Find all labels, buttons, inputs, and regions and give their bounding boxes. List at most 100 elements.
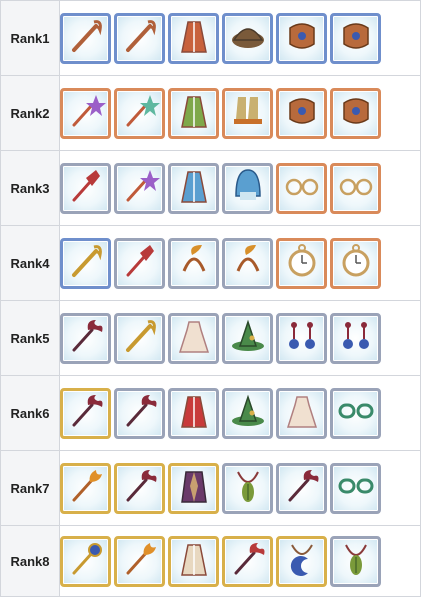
dark-staff-icon xyxy=(120,466,160,511)
horn-headband-icon xyxy=(228,241,268,286)
rank-row: Rank4 xyxy=(0,225,421,301)
earrings-icon xyxy=(336,316,376,361)
rank-label: Rank6 xyxy=(0,375,60,451)
equipment-slot[interactable] xyxy=(222,312,273,364)
rank-row: Rank6 xyxy=(0,375,421,451)
equipment-slot[interactable] xyxy=(168,237,219,289)
rank-items xyxy=(60,12,420,64)
equipment-slot[interactable] xyxy=(168,462,219,514)
witch-hat-icon xyxy=(228,391,268,436)
equipment-slot[interactable] xyxy=(168,312,219,364)
scepter-icon xyxy=(120,241,160,286)
rank-label: Rank5 xyxy=(0,300,60,376)
equipment-slot[interactable] xyxy=(330,387,381,439)
goggles-icon xyxy=(336,391,376,436)
rank-equipment-table: Rank1 Rank2 Rank3 Rank4 Rank5 Rank6 Rank… xyxy=(0,0,421,597)
equipment-slot[interactable] xyxy=(60,387,111,439)
equipment-slot[interactable] xyxy=(222,237,273,289)
equipment-slot[interactable] xyxy=(276,237,327,289)
equipment-slot[interactable] xyxy=(114,387,165,439)
witch-hat-icon xyxy=(228,316,268,361)
equipment-slot[interactable] xyxy=(114,237,165,289)
rank-items xyxy=(60,87,420,139)
dress-icon xyxy=(174,316,214,361)
equipment-slot[interactable] xyxy=(330,312,381,364)
coat-icon xyxy=(174,466,214,511)
rank-row: Rank7 xyxy=(0,450,421,526)
equipment-slot[interactable] xyxy=(168,387,219,439)
moon-amulet-icon xyxy=(282,539,322,584)
dress-icon xyxy=(282,391,322,436)
equipment-slot[interactable] xyxy=(168,12,219,64)
rank-row: Rank8 xyxy=(0,525,421,597)
boots-icon xyxy=(228,91,268,136)
rank-items xyxy=(60,535,420,587)
equipment-slot[interactable] xyxy=(222,87,273,139)
rank-row: Rank3 xyxy=(0,150,421,226)
rank-label: Rank4 xyxy=(0,225,60,301)
goggles-icon xyxy=(336,466,376,511)
equipment-slot[interactable] xyxy=(168,162,219,214)
leaf-amulet-icon xyxy=(228,466,268,511)
flame-staff-icon xyxy=(66,466,106,511)
equipment-slot[interactable] xyxy=(222,162,273,214)
equipment-slot[interactable] xyxy=(330,535,381,587)
equipment-slot[interactable] xyxy=(222,12,273,64)
equipment-slot[interactable] xyxy=(222,535,273,587)
robe-icon xyxy=(174,539,214,584)
bracer-icon xyxy=(336,91,376,136)
staff-icon xyxy=(66,16,106,61)
rank-items xyxy=(60,237,420,289)
wand-icon xyxy=(120,91,160,136)
equipment-slot[interactable] xyxy=(276,535,327,587)
wand-icon xyxy=(120,166,160,211)
equipment-slot[interactable] xyxy=(276,87,327,139)
rank-items xyxy=(60,162,420,214)
equipment-slot[interactable] xyxy=(114,312,165,364)
equipment-slot[interactable] xyxy=(114,462,165,514)
rank-items xyxy=(60,387,420,439)
equipment-slot[interactable] xyxy=(330,237,381,289)
equipment-slot[interactable] xyxy=(114,87,165,139)
equipment-slot[interactable] xyxy=(60,12,111,64)
dark-staff-icon xyxy=(66,391,106,436)
equipment-slot[interactable] xyxy=(330,162,381,214)
rank-label: Rank1 xyxy=(0,0,60,76)
pocket-watch-icon xyxy=(336,241,376,286)
equipment-slot[interactable] xyxy=(60,312,111,364)
equipment-slot[interactable] xyxy=(60,535,111,587)
equipment-slot[interactable] xyxy=(114,12,165,64)
equipment-slot[interactable] xyxy=(60,87,111,139)
equipment-slot[interactable] xyxy=(276,312,327,364)
glasses-icon xyxy=(282,166,322,211)
rank-items xyxy=(60,312,420,364)
robe-icon xyxy=(174,16,214,61)
equipment-slot[interactable] xyxy=(330,12,381,64)
equipment-slot[interactable] xyxy=(330,462,381,514)
scepter-icon xyxy=(66,166,106,211)
equipment-slot[interactable] xyxy=(114,535,165,587)
staff-icon xyxy=(66,241,106,286)
dark-staff-icon xyxy=(228,539,268,584)
staff-icon xyxy=(120,316,160,361)
horn-headband-icon xyxy=(174,241,214,286)
equipment-slot[interactable] xyxy=(60,237,111,289)
equipment-slot[interactable] xyxy=(114,162,165,214)
wand-icon xyxy=(66,91,106,136)
equipment-slot[interactable] xyxy=(276,12,327,64)
glasses-icon xyxy=(336,166,376,211)
equipment-slot[interactable] xyxy=(222,462,273,514)
equipment-slot[interactable] xyxy=(168,87,219,139)
equipment-slot[interactable] xyxy=(276,162,327,214)
equipment-slot[interactable] xyxy=(60,162,111,214)
staff-icon xyxy=(120,16,160,61)
rank-items xyxy=(60,462,420,514)
equipment-slot[interactable] xyxy=(60,462,111,514)
equipment-slot[interactable] xyxy=(276,387,327,439)
equipment-slot[interactable] xyxy=(222,387,273,439)
equipment-slot[interactable] xyxy=(168,535,219,587)
equipment-slot[interactable] xyxy=(276,462,327,514)
rank-label: Rank2 xyxy=(0,75,60,151)
robe-icon xyxy=(174,166,214,211)
equipment-slot[interactable] xyxy=(330,87,381,139)
